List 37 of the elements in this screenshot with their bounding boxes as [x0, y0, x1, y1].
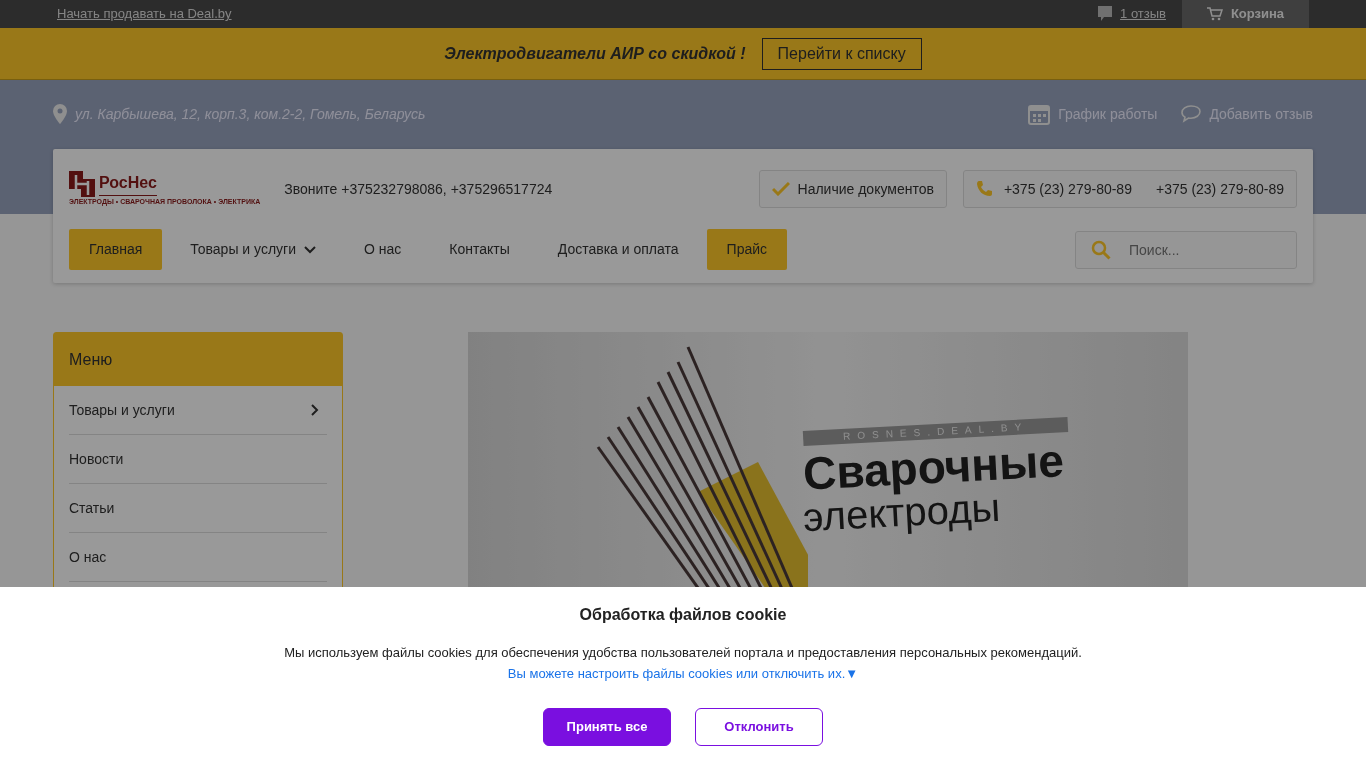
reviews-link[interactable]: 1 отзыв	[1120, 4, 1166, 24]
search-icon	[1091, 239, 1111, 260]
chevron-down-icon	[304, 245, 316, 254]
phone-number[interactable]: +375 (23) 279-80-89	[1155, 178, 1284, 200]
logo-mark-icon	[69, 170, 95, 197]
cart-button[interactable]: Корзина	[1182, 0, 1309, 28]
call-text: Звоните +375232798086, +375296517724	[284, 179, 553, 199]
phone-number[interactable]: +375 (23) 279-80-89	[1003, 178, 1132, 200]
documents-badge[interactable]: Наличие документов	[758, 170, 947, 208]
cart-icon	[1206, 7, 1223, 21]
cookie-settings-link[interactable]: Вы можете настроить файлы cookies или отключить их.▼	[507, 665, 859, 681]
checkmark-icon	[771, 182, 790, 196]
nav-link[interactable]: Контакты	[429, 229, 530, 270]
promo-button[interactable]: Перейти к списку	[761, 37, 922, 70]
cookie-title: Обработка файлов cookie	[578, 605, 788, 625]
search-field[interactable]: Поиск...	[1075, 230, 1297, 269]
speech-bubble-icon	[1181, 105, 1202, 123]
decline-button[interactable]: Отклонить	[695, 707, 823, 746]
nav-link[interactable]: Прайс	[706, 229, 788, 270]
sidebar-item[interactable]: О нас	[69, 533, 327, 582]
sell-link[interactable]: Начать продавать на Deal.by	[57, 4, 232, 24]
nav-link[interactable]: Главная	[69, 229, 163, 270]
chevron-right-icon	[311, 404, 319, 416]
comment-icon	[1098, 6, 1113, 22]
phone-icon	[975, 180, 994, 198]
nav-link[interactable]: О нас	[344, 229, 422, 270]
sidebar-item[interactable]: Статьи	[69, 484, 327, 533]
calendar-icon	[1028, 103, 1051, 125]
nav-link[interactable]: Доставка и оплата	[537, 229, 699, 270]
cookie-text: Мы используем файлы cookies для обеспечения удобства пользователей портала и предоставления персональных рекомендаций.	[283, 644, 1083, 662]
nav-link[interactable]: Товары и услуги	[170, 229, 336, 270]
sidebar-item[interactable]: Товары и услуги	[69, 386, 327, 435]
map-pin-icon	[53, 104, 67, 124]
sidebar-item[interactable]: Новости	[69, 435, 327, 484]
promo-text: Электродвигатели АИР со скидкой !	[444, 43, 746, 64]
accept-button[interactable]: Принять все	[543, 707, 671, 746]
sidebar-title: Меню	[69, 349, 113, 370]
